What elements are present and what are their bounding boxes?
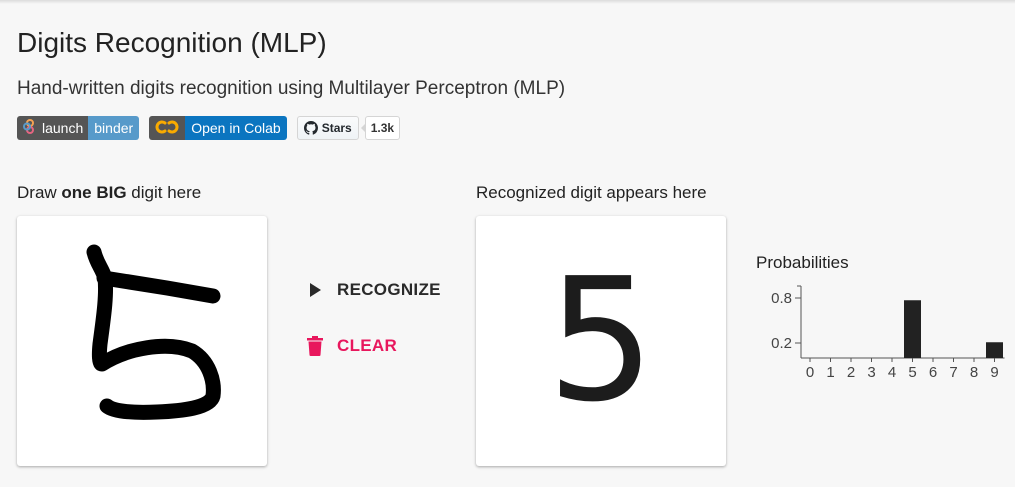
top-shadow [0,0,1015,4]
github-logo-icon [303,121,318,135]
page-title: Digits Recognition (MLP) [17,27,327,58]
github-stars-count[interactable]: 1.3k [360,116,401,140]
draw-label: Draw one BIG digit here [17,183,201,203]
draw-label-prefix: Draw [17,183,62,202]
page-subtitle: Hand-written digits recognition using Mu… [17,78,566,99]
trash-icon [304,336,326,356]
handwritten-stroke [86,244,221,420]
y-tick-label: 0.2 [771,335,792,352]
colab-badge-right: Open in Colab [185,116,287,140]
binder-badge[interactable]: launch binder [17,116,140,140]
drawing-canvas[interactable] [17,216,267,466]
y-tick-label: 0.8 [771,290,792,307]
x-tick-label: 0 [806,364,814,381]
x-tick-label: 1 [826,364,834,381]
x-tick-label: 8 [970,364,978,381]
draw-label-bold: one BIG [61,183,127,202]
x-tick-label: 3 [867,364,875,381]
clear-button-label: CLEAR [337,336,398,355]
binder-badge-right: binder [88,116,140,140]
github-stars-label: Stars [321,121,352,135]
bar-digit-9 [986,342,1003,358]
probabilities-title: Probabilities [756,253,849,272]
binder-badge-left: launch [17,116,89,140]
recognized-digit: 5 [546,242,656,440]
probabilities-chart: 0.8 0.2 0 1 2 3 4 5 6 7 8 9 [771,285,1005,381]
x-tick-label: 4 [888,364,896,381]
badge-row: launch binder Open in Colab Stars 1.3k [17,116,401,140]
x-tick-label: 6 [929,364,937,381]
clear-button[interactable]: CLEAR [304,328,397,364]
x-tick-label: 5 [908,364,916,381]
binder-logo-icon [23,118,37,138]
x-tick-label: 2 [847,364,855,381]
draw-label-suffix: digit here [126,183,202,202]
result-label: Recognized digit appears here [476,183,707,202]
github-stars-widget: Stars 1.3k [296,116,401,140]
x-tick-label: 9 [990,364,998,381]
colab-badge-left [149,116,186,140]
colab-badge[interactable]: Open in Colab [149,116,287,140]
recognize-button-label: RECOGNIZE [337,280,441,299]
result-card: 5 [476,216,726,466]
x-tick-label: 7 [949,364,957,381]
colab-logo-icon [155,120,179,137]
github-stars-button[interactable]: Stars [296,116,359,140]
play-icon [304,282,326,298]
bar-digit-5 [904,300,921,358]
recognize-button[interactable]: RECOGNIZE [304,272,441,308]
binder-badge-left-text: launch [42,120,84,136]
